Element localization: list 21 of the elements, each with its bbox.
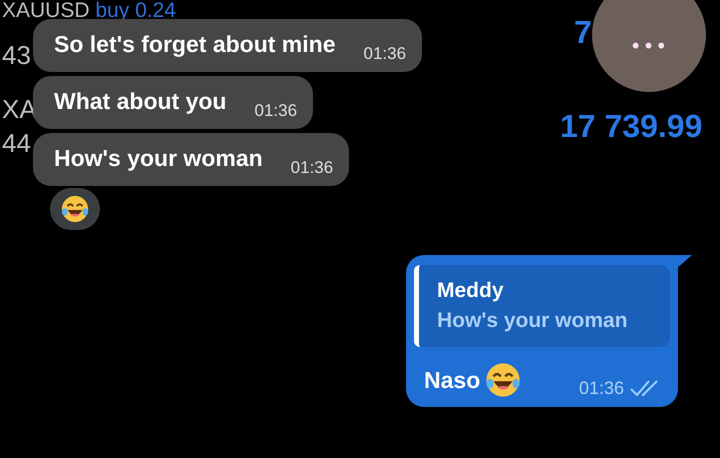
message-text: Naso [424, 366, 480, 394]
message-text: How's your woman [54, 145, 263, 173]
message-time: 01:36 [364, 44, 406, 64]
price-text: 44 [2, 128, 31, 159]
message-text: What about you [54, 88, 226, 116]
more-button[interactable]: ••• [592, 0, 706, 92]
value-text: 17 739.99 [560, 108, 702, 145]
price-text: 43 [2, 40, 31, 71]
message-time: 01:36 [578, 378, 624, 398]
ticker-symbol: XAUUSD [2, 0, 90, 22]
laughing-emoji-icon [484, 361, 522, 399]
value-text: 7 [574, 14, 592, 51]
reply-text: How's your woman [437, 309, 629, 333]
laughing-emoji-icon [60, 194, 90, 224]
reply-author: Meddy [437, 279, 505, 303]
message-text: So let's forget about mine [54, 31, 336, 59]
message-time: 01:36 [254, 101, 298, 121]
reply-quote[interactable]: Meddy How's your woman [414, 265, 670, 347]
message-time: 01:36 [290, 158, 334, 178]
reaction-button[interactable] [50, 188, 100, 230]
order-label: buy 0.24 [95, 0, 176, 22]
